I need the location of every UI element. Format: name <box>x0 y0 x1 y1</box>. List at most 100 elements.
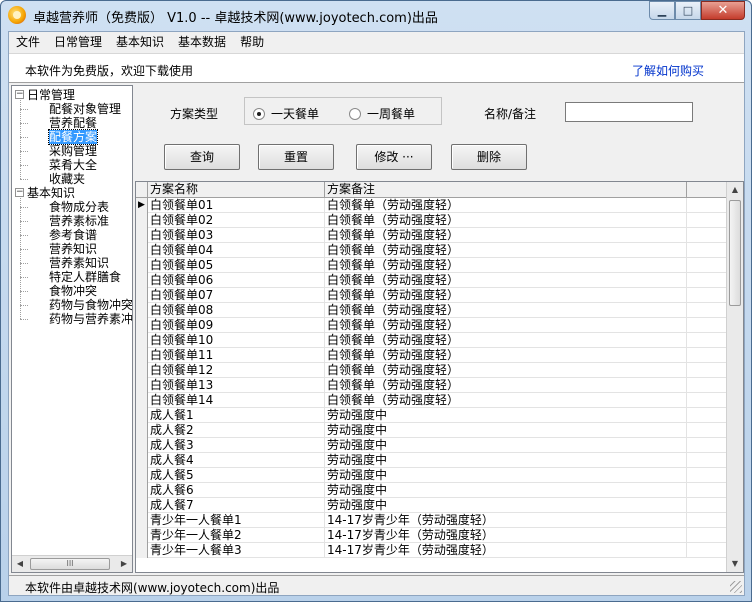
table-row[interactable]: 白领餐单08 白领餐单（劳动强度轻） <box>136 303 726 318</box>
query-button[interactable]: 查询 <box>164 144 240 170</box>
tree-item[interactable]: 营养知识 <box>49 242 97 256</box>
table-row[interactable]: 白领餐单03 白领餐单（劳动强度轻） <box>136 228 726 243</box>
row-selector[interactable] <box>136 438 148 453</box>
tree-item[interactable]: 采购管理 <box>49 144 97 158</box>
menu-knowledge[interactable]: 基本知识 <box>109 32 171 52</box>
collapse-icon[interactable]: − <box>15 188 24 197</box>
cell-plan-name[interactable]: 成人餐3 <box>148 438 325 453</box>
row-selector[interactable] <box>136 348 148 363</box>
cell-plan-remark[interactable]: 劳动强度中 <box>325 438 687 453</box>
tree-horizontal-scrollbar[interactable]: ◀ III ▶ <box>12 555 132 572</box>
cell-plan-name[interactable]: 白领餐单08 <box>148 303 325 318</box>
cell-plan-name[interactable]: 白领餐单02 <box>148 213 325 228</box>
row-selector[interactable] <box>136 393 148 408</box>
cell-plan-remark[interactable]: 白领餐单（劳动强度轻） <box>325 258 687 273</box>
cell-plan-remark[interactable]: 劳动强度中 <box>325 453 687 468</box>
cell-plan-name[interactable]: 白领餐单13 <box>148 378 325 393</box>
table-row[interactable]: 成人餐7 劳动强度中 <box>136 498 726 513</box>
tree-item[interactable]: 菜肴大全 <box>49 158 97 172</box>
cell-plan-remark[interactable]: 白领餐单（劳动强度轻） <box>325 303 687 318</box>
row-selector[interactable] <box>136 258 148 273</box>
table-row[interactable]: 白领餐单05 白领餐单（劳动强度轻） <box>136 258 726 273</box>
scroll-thumb[interactable]: III <box>30 558 110 570</box>
cell-plan-name[interactable]: 白领餐单10 <box>148 333 325 348</box>
tree-item[interactable]: 食物冲突 <box>49 284 97 298</box>
cell-plan-name[interactable]: 白领餐单03 <box>148 228 325 243</box>
table-row[interactable]: 成人餐1 劳动强度中 <box>136 408 726 423</box>
cell-plan-name[interactable]: 成人餐5 <box>148 468 325 483</box>
cell-plan-remark[interactable]: 白领餐单（劳动强度轻） <box>325 228 687 243</box>
cell-plan-name[interactable]: 白领餐单01 <box>148 198 325 213</box>
table-row[interactable]: 白领餐单07 白领餐单（劳动强度轻） <box>136 288 726 303</box>
column-header-plan-name[interactable]: 方案名称 <box>148 182 325 198</box>
cell-plan-remark[interactable]: 白领餐单（劳动强度轻） <box>325 393 687 408</box>
table-row[interactable]: 白领餐单11 白领餐单（劳动强度轻） <box>136 348 726 363</box>
tree-item[interactable]: 配餐方案 <box>47 129 99 145</box>
scroll-thumb[interactable] <box>729 200 741 306</box>
row-selector[interactable] <box>136 363 148 378</box>
cell-plan-name[interactable]: 白领餐单06 <box>148 273 325 288</box>
table-row[interactable]: 成人餐4 劳动强度中 <box>136 453 726 468</box>
table-row[interactable]: 白领餐单10 白领餐单（劳动强度轻） <box>136 333 726 348</box>
table-row[interactable]: 白领餐单12 白领餐单（劳动强度轻） <box>136 363 726 378</box>
row-selector[interactable] <box>136 303 148 318</box>
cell-plan-name[interactable]: 青少年一人餐单3 <box>148 543 325 558</box>
row-selector[interactable] <box>136 318 148 333</box>
row-selector[interactable] <box>136 543 148 558</box>
radio-one-day[interactable]: 一天餐单 <box>253 105 319 122</box>
current-row-arrow-icon[interactable]: ▶ <box>136 198 148 213</box>
tree-item[interactable]: 药物与营养素冲突 <box>49 312 132 326</box>
cell-plan-name[interactable]: 成人餐7 <box>148 498 325 513</box>
row-selector[interactable] <box>136 513 148 528</box>
row-selector[interactable] <box>136 453 148 468</box>
table-row[interactable]: 成人餐5 劳动强度中 <box>136 468 726 483</box>
row-selector[interactable] <box>136 498 148 513</box>
cell-plan-remark[interactable]: 白领餐单（劳动强度轻） <box>325 348 687 363</box>
row-selector[interactable] <box>136 528 148 543</box>
table-row[interactable]: 青少年一人餐单1 14-17岁青少年（劳动强度轻） <box>136 513 726 528</box>
reset-button[interactable]: 重置 <box>258 144 334 170</box>
cell-plan-remark[interactable]: 白领餐单（劳动强度轻） <box>325 213 687 228</box>
row-selector[interactable] <box>136 288 148 303</box>
cell-plan-remark[interactable]: 劳动强度中 <box>325 468 687 483</box>
cell-plan-name[interactable]: 白领餐单04 <box>148 243 325 258</box>
table-vertical-scrollbar[interactable]: ▲ ▼ <box>726 182 743 572</box>
menu-file[interactable]: 文件 <box>9 32 47 52</box>
table-row[interactable]: 白领餐单13 白领餐单（劳动强度轻） <box>136 378 726 393</box>
tree-item[interactable]: 参考食谱 <box>49 228 97 242</box>
row-selector[interactable] <box>136 228 148 243</box>
cell-plan-name[interactable]: 白领餐单05 <box>148 258 325 273</box>
cell-plan-remark[interactable]: 白领餐单（劳动强度轻） <box>325 318 687 333</box>
tree-item[interactable]: 特定人群膳食 <box>49 270 121 284</box>
cell-plan-name[interactable]: 白领餐单12 <box>148 363 325 378</box>
table-row[interactable]: 白领餐单09 白领餐单（劳动强度轻） <box>136 318 726 333</box>
table-row[interactable]: 白领餐单14 白领餐单（劳动强度轻） <box>136 393 726 408</box>
scroll-down-icon[interactable]: ▼ <box>727 556 743 572</box>
cell-plan-remark[interactable]: 劳动强度中 <box>325 408 687 423</box>
row-selector[interactable] <box>136 468 148 483</box>
table-row[interactable]: 成人餐6 劳动强度中 <box>136 483 726 498</box>
maximize-button[interactable]: □ <box>675 1 701 20</box>
cell-plan-name[interactable]: 白领餐单07 <box>148 288 325 303</box>
tree-group-label[interactable]: 基本知识 <box>27 186 75 200</box>
cell-plan-remark[interactable]: 14-17岁青少年（劳动强度轻） <box>325 543 687 558</box>
column-header-plan-remark[interactable]: 方案备注 <box>325 182 687 198</box>
cell-plan-remark[interactable]: 白领餐单（劳动强度轻） <box>325 333 687 348</box>
cell-plan-name[interactable]: 成人餐4 <box>148 453 325 468</box>
collapse-icon[interactable]: − <box>15 90 24 99</box>
row-selector[interactable] <box>136 408 148 423</box>
cell-plan-remark[interactable]: 白领餐单（劳动强度轻） <box>325 378 687 393</box>
cell-plan-name[interactable]: 白领餐单11 <box>148 348 325 363</box>
cell-plan-remark[interactable]: 劳动强度中 <box>325 483 687 498</box>
title-bar[interactable]: 卓越营养师（免费版） V1.0 -- 卓越技术网(www.joyotech.co… <box>1 1 751 31</box>
cell-plan-name[interactable]: 成人餐6 <box>148 483 325 498</box>
close-button[interactable]: ✕ <box>701 1 745 20</box>
row-selector[interactable] <box>136 423 148 438</box>
tree-item[interactable]: 食物成分表 <box>49 200 109 214</box>
row-selector[interactable] <box>136 273 148 288</box>
radio-one-week[interactable]: 一周餐单 <box>349 105 415 122</box>
menu-basic-data[interactable]: 基本数据 <box>171 32 233 52</box>
cell-plan-remark[interactable]: 白领餐单（劳动强度轻） <box>325 363 687 378</box>
tree-item[interactable]: 营养素标准 <box>49 214 109 228</box>
tree-item[interactable]: 药物与食物冲突 <box>49 298 132 312</box>
